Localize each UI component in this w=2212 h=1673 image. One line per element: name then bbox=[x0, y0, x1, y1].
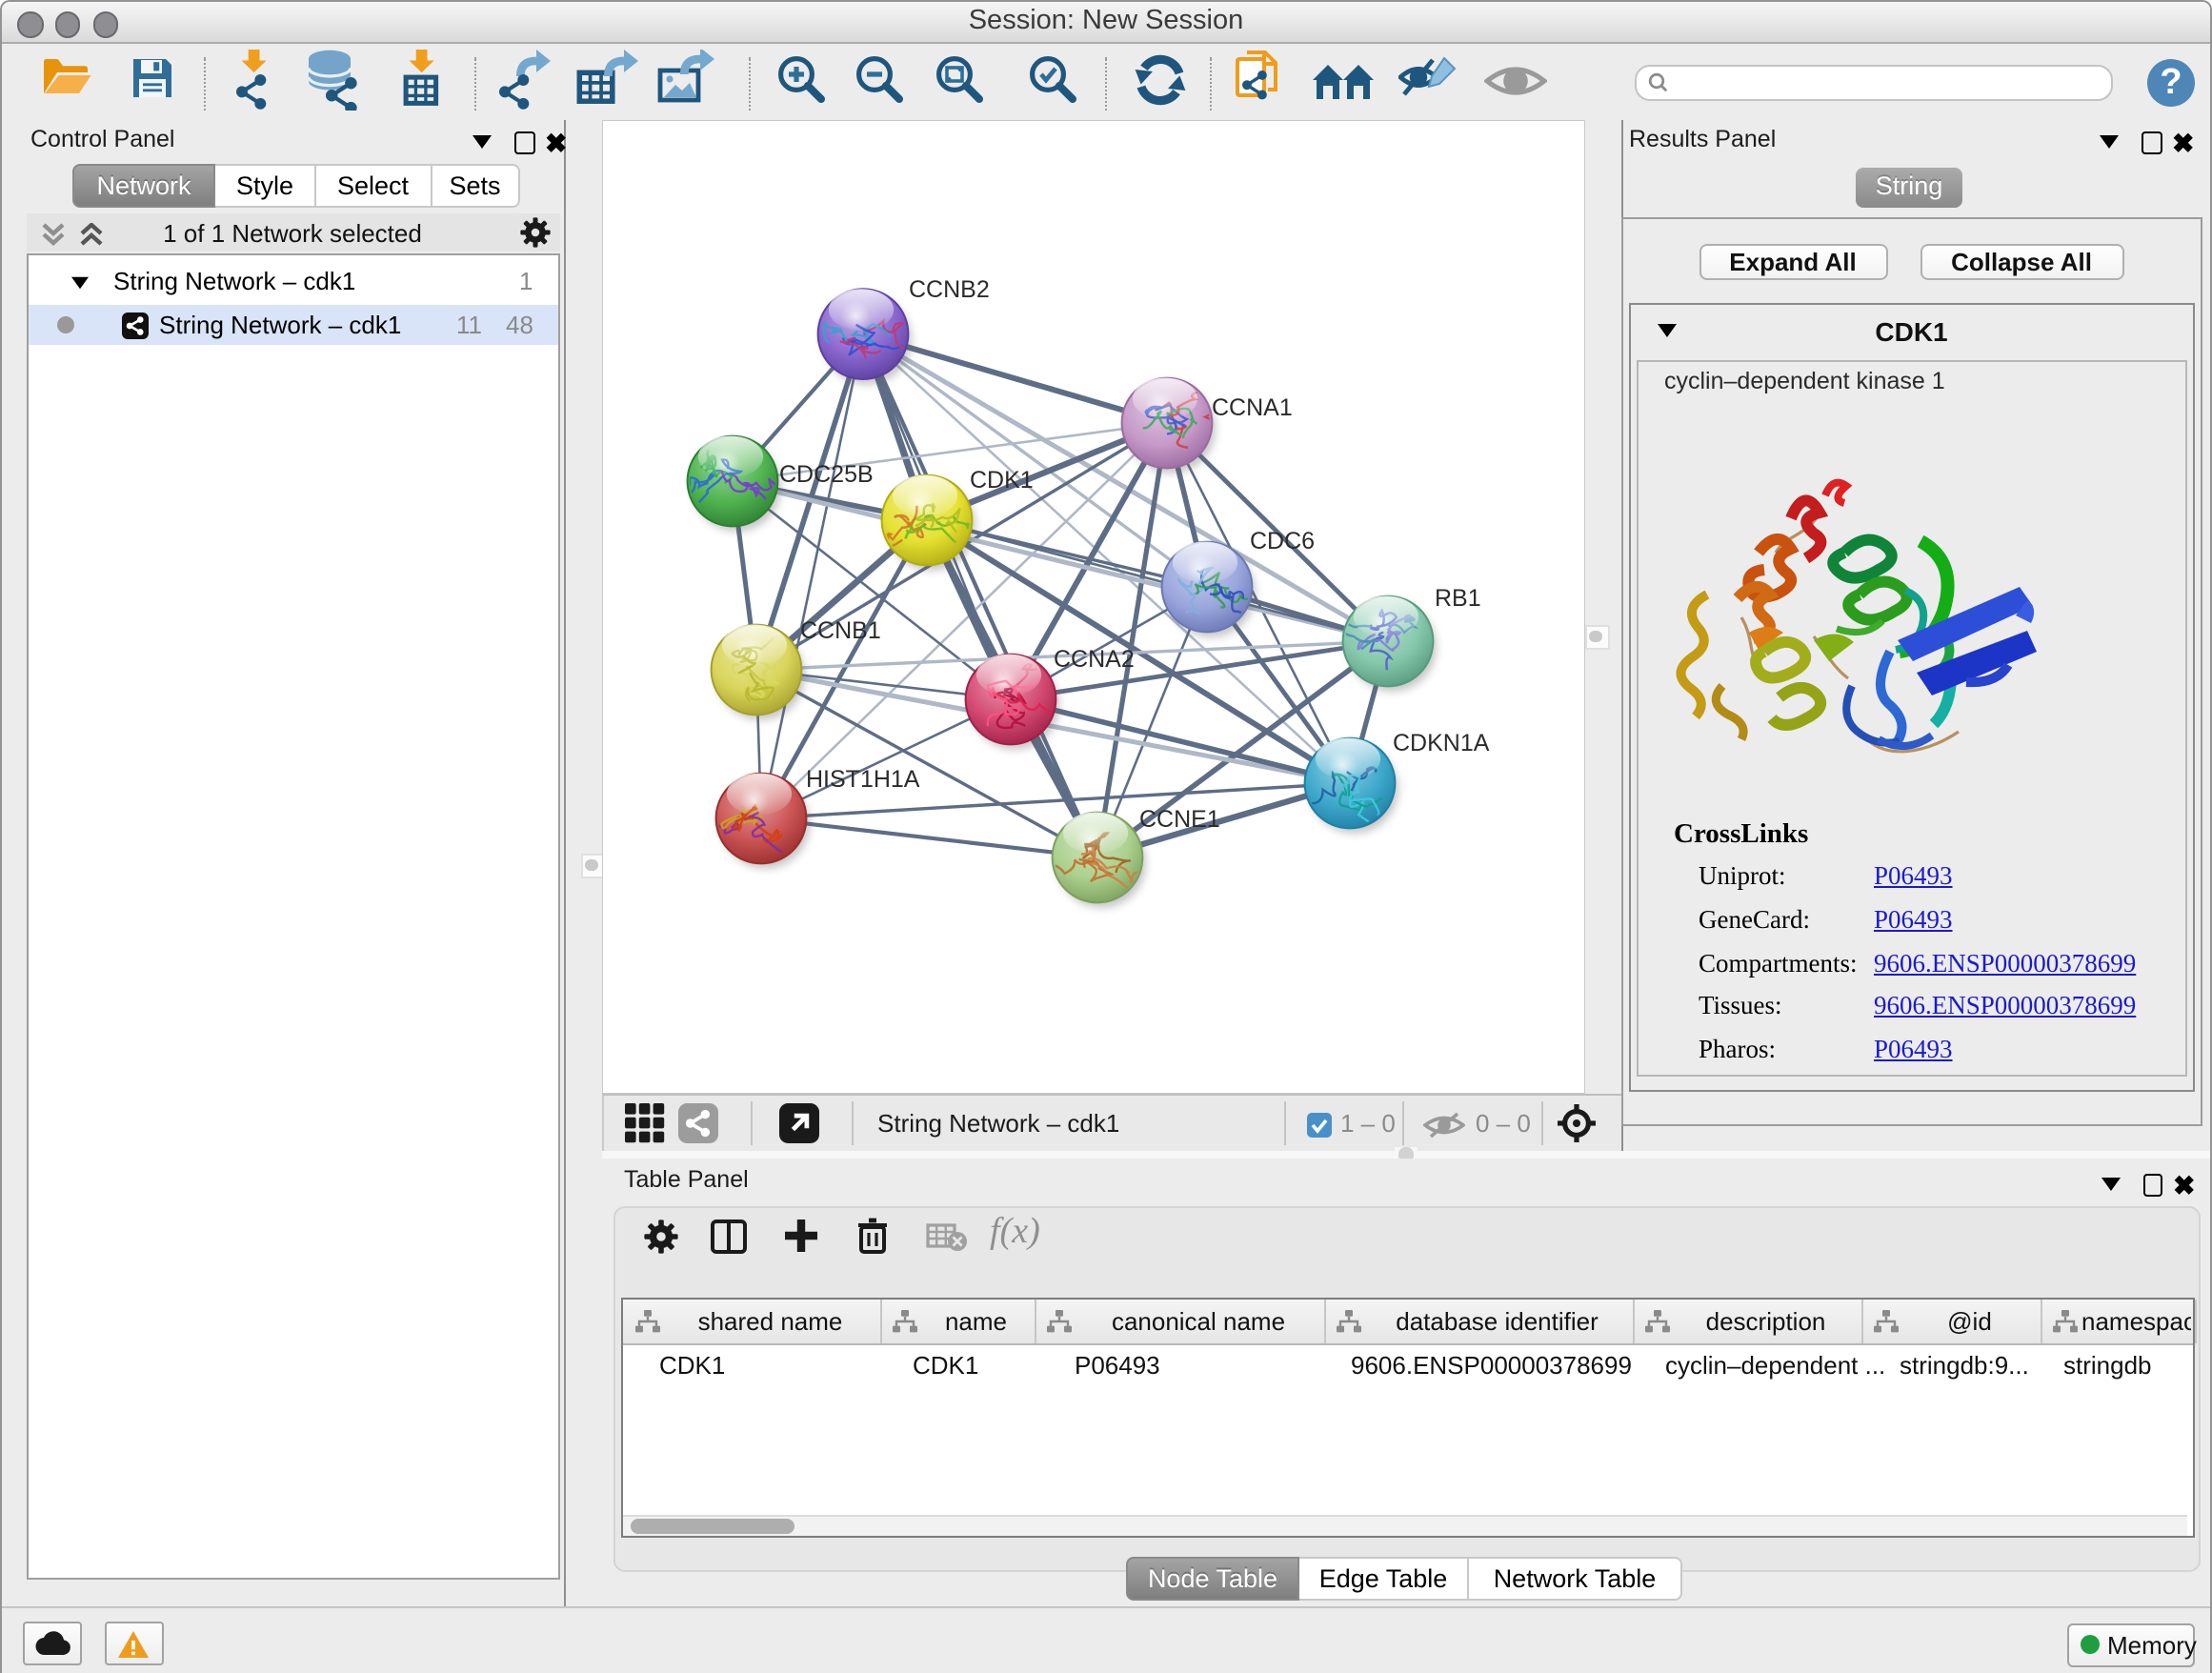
svg-text:CCNA1: CCNA1 bbox=[1211, 394, 1292, 421]
svg-text:CCNA2: CCNA2 bbox=[1053, 646, 1134, 673]
svg-text:CDC6: CDC6 bbox=[1249, 528, 1314, 554]
svg-text:CCNB1: CCNB1 bbox=[799, 617, 880, 644]
svg-text:CDC25B: CDC25B bbox=[778, 461, 873, 488]
svg-text:CCNE1: CCNE1 bbox=[1138, 806, 1219, 833]
svg-text:HIST1H1A: HIST1H1A bbox=[805, 766, 919, 793]
svg-text:CDKN1A: CDKN1A bbox=[1392, 730, 1489, 756]
svg-text:RB1: RB1 bbox=[1434, 585, 1480, 612]
svg-text:CCNB2: CCNB2 bbox=[908, 276, 989, 303]
svg-text:CDK1: CDK1 bbox=[969, 467, 1033, 494]
